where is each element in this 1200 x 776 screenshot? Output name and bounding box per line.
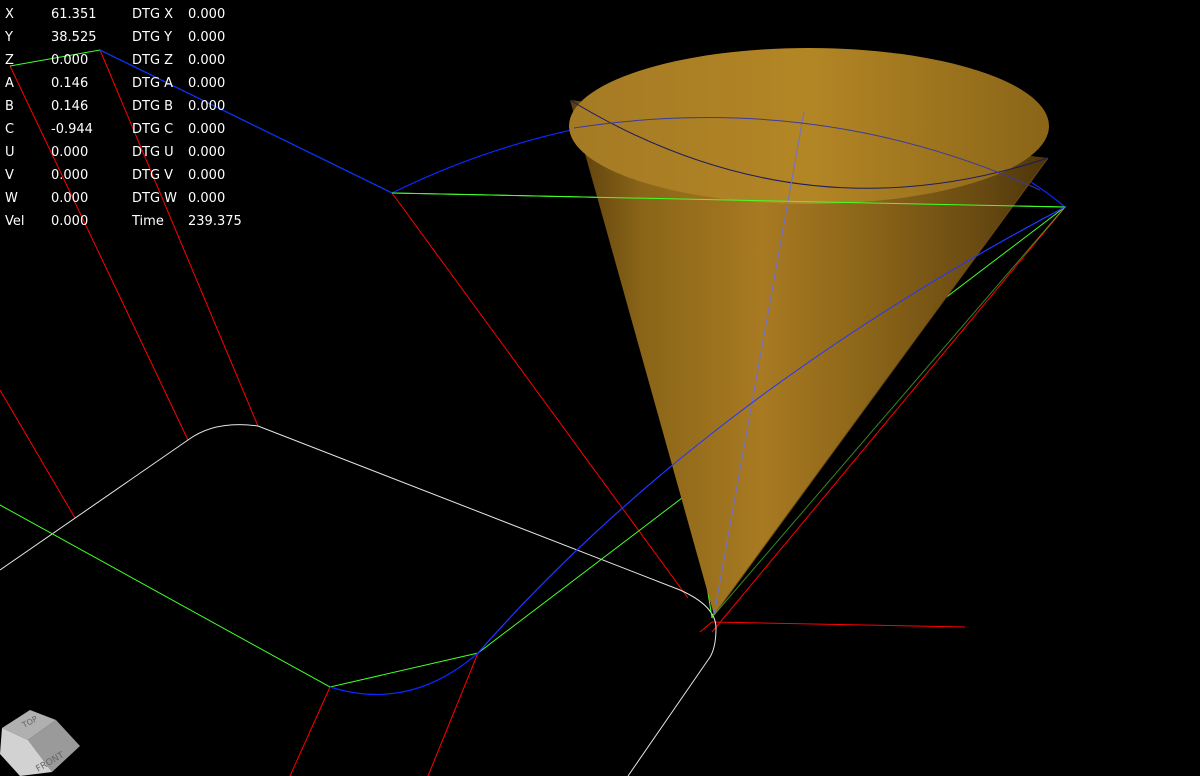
dro-axis-label: Z bbox=[5, 53, 14, 68]
dro-axis-value: 0.000 bbox=[51, 214, 89, 229]
dro-dtg-value: 0.000 bbox=[188, 145, 226, 160]
dro-dtg-label: DTG Z bbox=[132, 53, 174, 68]
dro-axis-value: 0.000 bbox=[51, 145, 89, 160]
dro-axis-value: 0.146 bbox=[51, 99, 89, 114]
dro-axis-value: 0.000 bbox=[51, 168, 89, 183]
dro-axis-label: C bbox=[5, 122, 15, 137]
dro-dtg-value: 0.000 bbox=[188, 53, 226, 68]
dro-dtg-value: 0.000 bbox=[188, 99, 226, 114]
dro-axis-value: 0.000 bbox=[51, 191, 89, 206]
dro-axis-value: -0.944 bbox=[51, 122, 93, 137]
dro-axis-label: B bbox=[5, 99, 14, 114]
dro-dtg-value: 0.000 bbox=[188, 191, 226, 206]
dro-row: W 0.000 DTG W 0.000 bbox=[0, 187, 260, 210]
dro-dtg-label: DTG X bbox=[132, 7, 174, 22]
part-contour bbox=[0, 424, 717, 776]
dro-axis-label: X bbox=[5, 7, 14, 22]
preview-viewport[interactable]: X 61.351 DTG X 0.000 Y 38.525 DTG Y 0.000 Z 0.000… bbox=[0, 0, 1200, 776]
dro-dtg-value: 0.000 bbox=[188, 168, 226, 183]
view-cube-icon[interactable]: TOP FRONT bbox=[0, 706, 84, 776]
dro-dtg-value: 239.375 bbox=[188, 214, 242, 229]
dro-dtg-label: DTG C bbox=[132, 122, 174, 137]
dro-panel: X 61.351 DTG X 0.000 Y 38.525 DTG Y 0.000 Z 0.000… bbox=[0, 0, 260, 235]
dro-axis-value: 0.000 bbox=[51, 53, 89, 68]
dro-dtg-value: 0.000 bbox=[188, 76, 226, 91]
dro-dtg-value: 0.000 bbox=[188, 122, 226, 137]
dro-axis-value: 61.351 bbox=[51, 7, 97, 22]
dro-row: C -0.944 DTG C 0.000 bbox=[0, 118, 260, 141]
dro-axis-label: Vel bbox=[5, 214, 25, 229]
dro-dtg-label: Time bbox=[132, 214, 164, 229]
dro-axis-value: 38.525 bbox=[51, 30, 97, 45]
dro-axis-value: 0.146 bbox=[51, 76, 89, 91]
dro-row: A 0.146 DTG A 0.000 bbox=[0, 72, 260, 95]
dro-dtg-label: DTG B bbox=[132, 99, 174, 114]
dro-row: Y 38.525 DTG Y 0.000 bbox=[0, 26, 260, 49]
dro-row: Vel 0.000 Time 239.375 bbox=[0, 210, 260, 233]
dro-axis-label: Y bbox=[5, 30, 13, 45]
dro-axis-label: U bbox=[5, 145, 15, 160]
dro-dtg-label: DTG V bbox=[132, 168, 174, 183]
dro-dtg-label: DTG A bbox=[132, 76, 174, 91]
tool-cone bbox=[569, 48, 1049, 616]
dro-dtg-label: DTG W bbox=[132, 191, 178, 206]
dro-axis-label: W bbox=[5, 191, 18, 206]
dro-dtg-value: 0.000 bbox=[188, 30, 226, 45]
dro-dtg-label: DTG Y bbox=[132, 30, 173, 45]
dro-row: X 61.351 DTG X 0.000 bbox=[0, 3, 260, 26]
dro-row: B 0.146 DTG B 0.000 bbox=[0, 95, 260, 118]
dro-dtg-label: DTG U bbox=[132, 145, 174, 160]
dro-row: V 0.000 DTG V 0.000 bbox=[0, 164, 260, 187]
dro-axis-label: A bbox=[5, 76, 14, 91]
dro-dtg-value: 0.000 bbox=[188, 7, 226, 22]
dro-row: U 0.000 DTG U 0.000 bbox=[0, 141, 260, 164]
dro-axis-label: V bbox=[5, 168, 14, 183]
dro-row: Z 0.000 DTG Z 0.000 bbox=[0, 49, 260, 72]
